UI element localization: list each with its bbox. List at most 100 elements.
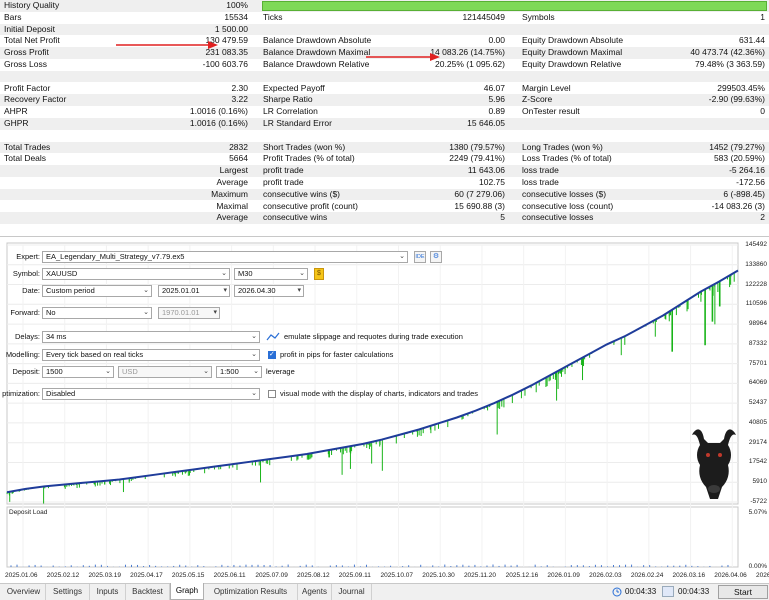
timeframe-select[interactable]: M30 ⌄ — [234, 268, 308, 280]
deposit-tick-label: 5.07% — [748, 509, 767, 516]
chevron-down-icon: ⌄ — [399, 253, 405, 260]
calendar-icon: ▾ — [223, 287, 227, 294]
y-tick-label: 40805 — [748, 418, 767, 426]
report-row: AHPR 1.0016 (0.16%) LR Correlation 0.89 OnTe… — [0, 106, 769, 118]
chevron-down-icon: ⌄ — [143, 287, 149, 294]
report-label: Gross Loss — [4, 59, 47, 69]
report-value: 15 690.88 (3) — [454, 200, 505, 211]
report-label — [4, 130, 144, 142]
report-value: Maximal — [216, 200, 248, 211]
deposit-select[interactable]: 1500 ⌄ — [42, 366, 114, 378]
report-value: -2.90 (99.63%) — [708, 94, 765, 105]
report-label — [4, 177, 144, 189]
date-from-input[interactable]: 2025.01.01 ▾ — [158, 285, 230, 297]
report-value — [395, 24, 505, 36]
modelling-label: Modelling: — [5, 350, 40, 359]
timeframe-value: M30 — [238, 269, 253, 278]
report-row: Largest profit trade 11 643.06 loss trade -5… — [0, 165, 769, 177]
emulate-slippage-text: emulate slippage and requotes during tra… — [284, 332, 463, 341]
report-value: Average — [216, 212, 248, 223]
tab-agents[interactable]: Agents — [298, 584, 332, 600]
date-label: Date: — [22, 286, 40, 295]
report-label: Profit Factor — [4, 82, 51, 93]
gear-icon[interactable]: ⚙ — [430, 251, 442, 263]
calendar-icon: ▾ — [297, 287, 301, 294]
forward-label: Forward: — [10, 308, 40, 317]
tab-settings[interactable]: Settings — [46, 584, 90, 600]
visual-mode-checkbox[interactable] — [268, 390, 276, 398]
report-value: 2249 (79.41%) — [449, 153, 505, 164]
start-button[interactable]: Start — [718, 585, 768, 599]
x-tick-label: 2025.08.12 — [297, 572, 330, 579]
report-value: 5.96 — [488, 94, 505, 105]
deposit-tick-label: 0.00% — [748, 563, 767, 570]
modelling-select[interactable]: Every tick based on real ticks ⌄ — [42, 349, 260, 361]
report-row: Total Trades 2832 Short Trades (won %) 1380… — [0, 141, 769, 154]
report-value: 1.0016 (0.16%) — [189, 106, 248, 117]
chevron-down-icon: ⌄ — [105, 368, 111, 375]
report-label: Total Trades — [4, 141, 51, 152]
deposit-frame — [6, 506, 739, 568]
date-mode-select[interactable]: Custom period ⌄ — [42, 285, 152, 297]
optimization-select[interactable]: Disabled ⌄ — [42, 388, 260, 400]
report-label: Gross Profit — [4, 47, 49, 58]
date-to-value: 2026.04.30 — [238, 286, 276, 295]
report-value: 0.89 — [488, 106, 505, 117]
leverage-select[interactable]: 1:500 ⌄ — [216, 366, 262, 378]
report-value: 6 (-898.45) — [723, 188, 765, 199]
report-label: Initial Deposit — [4, 23, 56, 34]
report-value: 100% — [226, 0, 248, 10]
forward-select[interactable]: No ⌄ — [42, 307, 152, 319]
report-value: 46.07 — [483, 82, 505, 93]
report-value — [395, 71, 505, 83]
optimization-value: Disabled — [46, 389, 76, 398]
report-value: 14 083.26 (14.75%) — [430, 47, 505, 58]
x-tick-label: 2025.10.30 — [422, 572, 455, 579]
report-value: 121445049 — [462, 11, 505, 22]
y-tick-label: 64069 — [748, 379, 767, 387]
report-value — [140, 130, 248, 142]
report-row: Recovery Factor 3.22 Sharpe Ratio 5.96 Z-Sco… — [0, 94, 769, 106]
report-value: 1 — [760, 11, 765, 22]
forward-date-value: 1970.01.01 — [162, 308, 200, 317]
pips-checkbox[interactable] — [268, 350, 276, 359]
x-tick-label: 2025.03.19 — [88, 572, 121, 579]
report-value: 5 — [500, 212, 505, 223]
tab-backtest[interactable]: Backtest — [126, 584, 170, 600]
leverage-value: 1:500 — [220, 367, 239, 376]
symbol-info-icon[interactable]: $ — [314, 268, 324, 280]
x-tick-label: 2025.05.15 — [171, 572, 205, 579]
y-tick-label: 17542 — [748, 458, 767, 466]
tab-journal[interactable]: Journal — [332, 584, 372, 600]
report-value: 583 (20.59%) — [713, 153, 765, 164]
report-value — [655, 130, 765, 142]
x-tick-label: 2026.03.16 — [672, 572, 706, 579]
report-label — [4, 71, 144, 83]
x-tick-label: 2025.02.12 — [46, 572, 80, 579]
report-row: Average profit trade 102.75 loss trade -172.… — [0, 177, 769, 189]
tab-overview[interactable]: Overview — [2, 584, 46, 600]
report-label — [4, 212, 144, 224]
date-to-input[interactable]: 2026.04.30 ▾ — [234, 285, 304, 297]
report-value: 0 — [760, 106, 765, 117]
report-label: GHPR — [4, 118, 29, 128]
tab-optimization-results[interactable]: Optimization Results — [204, 584, 298, 600]
delays-select[interactable]: 34 ms ⌄ — [42, 331, 260, 343]
report-label: Total Deals — [4, 153, 47, 164]
tab-inputs[interactable]: Inputs — [90, 584, 126, 600]
report-value: 2832 — [229, 141, 248, 152]
report-label: Recovery Factor — [4, 94, 67, 105]
report-value — [395, 130, 505, 142]
deposit-value: 1500 — [46, 367, 63, 376]
x-tick-label: 2025.01.06 — [5, 572, 38, 579]
ide-button[interactable]: IDE — [414, 251, 426, 263]
chevron-down-icon: ⌄ — [251, 333, 257, 340]
report-label: Bars — [4, 11, 22, 22]
tab-graph[interactable]: Graph — [170, 583, 204, 600]
report-value: 130 479.59 — [205, 35, 248, 46]
expert-select[interactable]: EA_Legendary_Multi_Strategy_v7.79.ex5 ⌄ — [42, 251, 408, 263]
symbol-select[interactable]: XAUUSD ⌄ — [42, 268, 230, 280]
report-value: 40 473.74 (42.36%) — [690, 47, 765, 58]
leverage-label: leverage — [266, 367, 295, 376]
report-row: Maximum consecutive wins ($) 60 (7 279.06)… — [0, 188, 769, 201]
